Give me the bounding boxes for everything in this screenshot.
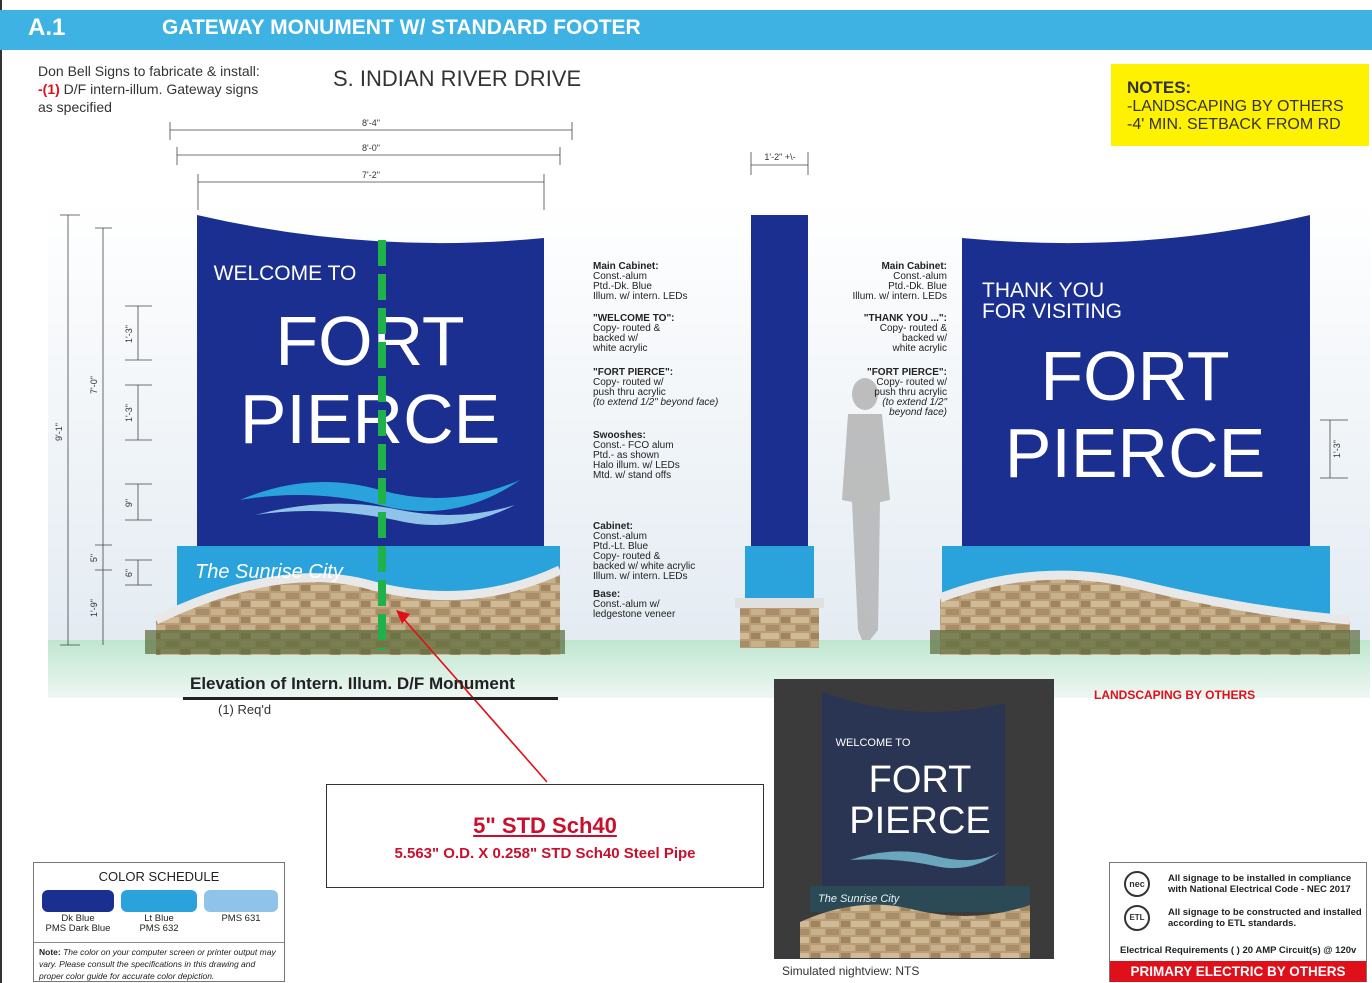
back-landscape-plants bbox=[930, 630, 1360, 654]
dim-v2: 1'-3" bbox=[124, 404, 134, 422]
etl-text: All signage to be constructed and instal… bbox=[1168, 907, 1362, 929]
dim-height-overall: 9'-1" bbox=[54, 423, 64, 441]
front-pierce-text: PIERCE bbox=[240, 380, 501, 458]
night-fort-text: FORT bbox=[869, 759, 972, 801]
dim-width-face: 7'-2" bbox=[362, 170, 380, 180]
front-welcome-text: WELCOME TO bbox=[214, 262, 357, 285]
spec-left-base: Base: Const.-alum w/ledgestone veneer bbox=[593, 589, 676, 620]
dim-width-cabinet: 8'-0" bbox=[362, 143, 380, 153]
pipe-callout-title: 5" STD Sch40 bbox=[473, 813, 617, 838]
side-base-cap bbox=[735, 598, 824, 608]
primary-electric-banner: PRIMARY ELECTRIC BY OTHERS bbox=[1110, 961, 1366, 982]
dim-height-cabinet: 7'-0" bbox=[89, 376, 99, 394]
electrical-box: nec All signage to be installed in compl… bbox=[1109, 862, 1367, 982]
side-stone-base bbox=[740, 608, 819, 648]
nec-text: All signage to be installed in complianc… bbox=[1168, 873, 1352, 895]
spec-right-main-cabinet: Main Cabinet: Const.-alum Ptd.-Dk. Blue Ill… bbox=[852, 261, 947, 302]
side-lower-cabinet bbox=[745, 546, 814, 598]
swatch-dark-blue bbox=[42, 890, 114, 912]
spec-left-main-cabinet: Main Cabinet: Const.-alum Ptd.-Dk. Blue Ill… bbox=[593, 261, 688, 302]
top-dimensions bbox=[169, 122, 809, 210]
color-note: Note: The color on your computer screen … bbox=[34, 942, 284, 983]
front-landscape-plants bbox=[145, 630, 565, 654]
back-pierce-text: PIERCE bbox=[1005, 414, 1266, 492]
dim-width-overall: 8'-4" bbox=[362, 118, 380, 128]
back-fort-text: FORT bbox=[1040, 337, 1229, 415]
spec-right-fort-pierce-copy: "FORT PIERCE": Copy- routed w/push thru a… bbox=[866, 367, 947, 418]
color-schedule: COLOR SCHEDULE Dk Blue PMS Dark Blue Lt B… bbox=[33, 862, 285, 982]
front-sign: WELCOME TO FORT PIERCE The Sunrise City bbox=[145, 215, 565, 655]
swatch-light-blue bbox=[121, 890, 197, 912]
pipe-callout-box: 5" STD Sch40 5.563" O.D. X 0.258" STD Sc… bbox=[326, 784, 764, 888]
back-thanks-line-1: THANK YOU bbox=[982, 279, 1104, 302]
spec-left-swooshes: Swooshes: Const.- FCO alum Ptd.- as shown H… bbox=[593, 430, 680, 481]
electrical-requirements: Electrical Requirements ( ) 20 AMP Circu… bbox=[1120, 945, 1357, 956]
elevation-required: (1) Req'd bbox=[218, 702, 272, 717]
swatch-label-pms-631: PMS 631 bbox=[221, 913, 261, 924]
dim-v1: 1'-3" bbox=[124, 325, 134, 343]
caption-underline bbox=[183, 697, 558, 700]
swatch-label-light-blue: Lt Blue PMS 632 bbox=[139, 913, 179, 934]
dim-right-v: 1'-3" bbox=[1332, 440, 1342, 458]
swatch-label-dark-blue: Dk Blue PMS Dark Blue bbox=[45, 913, 111, 934]
night-sign: WELCOME TO FORT PIERCE The Sunrise City bbox=[774, 679, 1054, 959]
front-fort-text: FORT bbox=[275, 302, 464, 380]
dim-side-depth: 1'-2" +\- bbox=[764, 152, 795, 162]
nec-icon: nec bbox=[1124, 871, 1150, 897]
elevation-caption: Elevation of Intern. Illum. D/F Monument bbox=[190, 674, 515, 693]
back-sign: THANK YOU FOR VISITING FORT PIERCE bbox=[930, 215, 1360, 655]
night-caption: Simulated nightview: NTS bbox=[782, 964, 920, 978]
swatch-pms-631 bbox=[204, 890, 278, 912]
spec-right-thank-you-copy: "THANK YOU ...": Copy- routed & backed w/w… bbox=[863, 313, 947, 354]
front-tagline: The Sunrise City bbox=[195, 561, 344, 583]
dim-v3: 9" bbox=[124, 499, 134, 507]
pipe-callout-subtitle: 5.563" O.D. X 0.258" STD Sch40 Steel Pip… bbox=[394, 845, 696, 862]
night-pierce-text: PIERCE bbox=[849, 800, 990, 842]
dim-v5: 6" bbox=[124, 569, 134, 577]
landscaping-label: LANDSCAPING BY OTHERS bbox=[1094, 688, 1256, 702]
dim-v6: 1'-9" bbox=[89, 599, 99, 617]
etl-icon: ETL bbox=[1124, 905, 1150, 931]
night-welcome-text: WELCOME TO bbox=[836, 737, 911, 749]
color-schedule-title: COLOR SCHEDULE bbox=[98, 869, 220, 884]
spec-left-welcome-copy: "WELCOME TO": Copy- routed & backed w/whit… bbox=[593, 313, 675, 354]
back-thanks-line-2: FOR VISITING bbox=[982, 300, 1122, 323]
spec-left-fort-pierce-copy: "FORT PIERCE": Copy- routed w/push thru a… bbox=[593, 367, 719, 408]
side-main-cabinet bbox=[751, 215, 808, 547]
night-tagline: The Sunrise City bbox=[818, 893, 901, 905]
spec-left-cabinet: Cabinet: Const.-alum Ptd.-Lt. Blue Copy- ro… bbox=[593, 521, 696, 582]
dim-v4: 5" bbox=[89, 554, 99, 562]
